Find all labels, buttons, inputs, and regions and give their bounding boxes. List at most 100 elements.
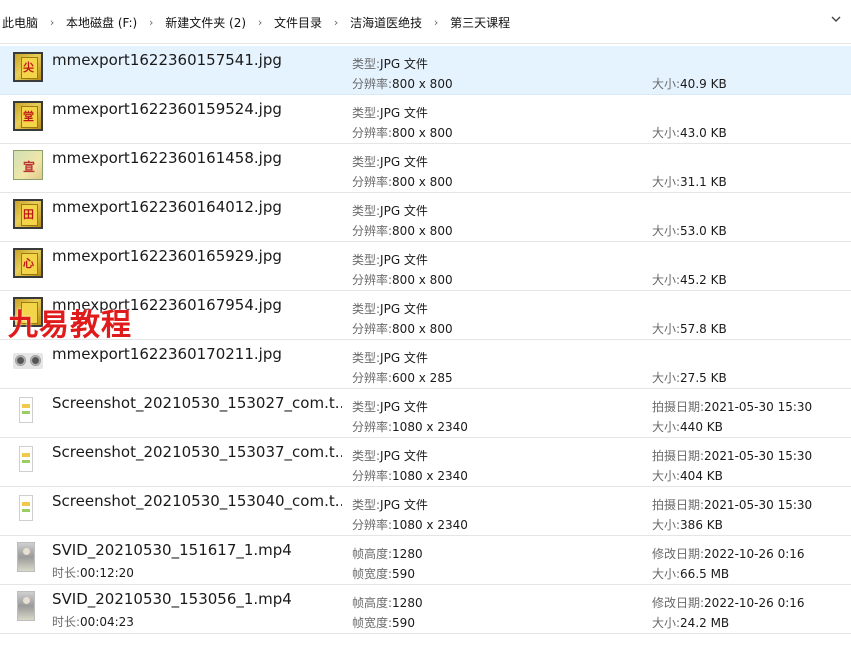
video-duration: 时长:00:12:20 [52,564,134,581]
file-row[interactable]: Screenshot_20210530_153040_com.t... 类型:JP… [0,487,851,536]
breadcrumb-item-file-directory[interactable]: 文件目录 [272,14,324,31]
eye-icon [15,355,26,366]
thumbnail-bar [22,453,30,457]
breadcrumb-separator-icon[interactable]: › [139,16,163,29]
file-row[interactable]: Screenshot_20210530_153037_com.t... 类型:JP… [0,438,851,487]
file-resolution: 分辨率:800 x 800 [352,173,453,190]
file-name[interactable]: Screenshot_20210530_153027_com.t... [52,394,342,412]
file-type: 类型:JPG 文件 [352,496,428,513]
file-explorer-window: 此电脑 › 本地磁盘 (F:) › 新建文件夹 (2) › 文件目录 › 洁海道… [0,0,851,647]
file-name[interactable]: Screenshot_20210530_153040_com.t... [52,492,342,510]
size-label: 大小: [652,469,681,483]
image-thumbnail-icon [13,297,43,327]
breadcrumb-separator-icon[interactable]: › [248,16,272,29]
date-modified-value: 2022-10-26 0:16 [704,547,805,561]
file-size: 大小:404 KB [652,467,723,484]
thumbnail-glyph: 尖 [23,61,34,74]
breadcrumb-item-current-folder[interactable]: 第三天课程 [448,14,512,31]
image-thumbnail-icon: 尖 [13,52,43,82]
file-name[interactable]: SVID_20210530_151617_1.mp4 [52,541,342,559]
file-size: 大小:66.5 MB [652,565,729,582]
size-label: 大小: [652,420,681,434]
resolution-label: 分辨率: [352,175,393,189]
file-type: 类型:JPG 文件 [352,153,428,170]
file-row[interactable]: mmexport1622360170211.jpg 类型:JPG 文件 分辨率:60… [0,340,851,389]
file-name[interactable]: mmexport1622360159524.jpg [52,100,342,118]
size-value: 404 KB [680,469,723,483]
breadcrumb-item-this-pc[interactable]: 此电脑 [0,14,40,31]
file-size: 大小:440 KB [652,418,723,435]
thumbnail-bar [22,404,30,408]
frame-height-label: 帧高度: [352,596,393,610]
resolution-value: 1080 x 2340 [392,420,468,434]
file-name[interactable]: Screenshot_20210530_153037_com.t... [52,443,342,461]
size-value: 27.5 KB [680,371,727,385]
type-value: JPG 文件 [380,498,428,512]
file-row[interactable]: Screenshot_20210530_153027_com.t... 类型:JP… [0,389,851,438]
frame-height-value: 1280 [392,596,423,610]
file-row[interactable]: 田 mmexport1622360164012.jpg 类型:JPG 文件 分辨率:8… [0,193,851,242]
screenshot-thumbnail-icon [19,495,33,521]
file-name[interactable]: SVID_20210530_153056_1.mp4 [52,590,342,608]
file-type: 类型:JPG 文件 [352,447,428,464]
file-name[interactable]: mmexport1622360167954.jpg [52,296,342,314]
size-label: 大小: [652,126,681,140]
size-value: 40.9 KB [680,77,727,91]
file-row[interactable]: 宣 mmexport1622360161458.jpg 类型:JPG 文件 分辨率:8… [0,144,851,193]
file-row[interactable]: mmexport1622360167954.jpg 类型:JPG 文件 分辨率:80… [0,291,851,340]
size-label: 大小: [652,77,681,91]
file-size: 大小:24.2 MB [652,614,729,631]
video-row[interactable]: SVID_20210530_151617_1.mp4 时长:00:12:20 帧高度… [0,536,851,585]
type-value: JPG 文件 [380,302,428,316]
resolution-label: 分辨率: [352,126,393,140]
size-label: 大小: [652,518,681,532]
breadcrumb-item-new-folder[interactable]: 新建文件夹 (2) [163,14,248,31]
file-row[interactable]: 心 mmexport1622360165929.jpg 类型:JPG 文件 分辨率:8… [0,242,851,291]
breadcrumb-separator-icon[interactable]: › [324,16,348,29]
file-resolution: 分辨率:800 x 800 [352,320,453,337]
thumbnail-glyph: 宣 [23,160,36,174]
file-name[interactable]: mmexport1622360170211.jpg [52,345,342,363]
file-name[interactable]: mmexport1622360165929.jpg [52,247,342,265]
resolution-value: 1080 x 2340 [392,469,468,483]
resolution-value: 800 x 800 [392,175,453,189]
resolution-value: 1080 x 2340 [392,518,468,532]
size-value: 53.0 KB [680,224,727,238]
file-size: 大小:31.1 KB [652,173,727,190]
size-label: 大小: [652,224,681,238]
thumbnail-glyph: 心 [23,257,34,270]
size-value: 43.0 KB [680,126,727,140]
breadcrumb-separator-icon[interactable]: › [424,16,448,29]
file-name[interactable]: mmexport1622360161458.jpg [52,149,342,167]
video-row[interactable]: SVID_20210530_153056_1.mp4 时长:00:04:23 帧高度… [0,585,851,634]
resolution-label: 分辨率: [352,322,393,336]
breadcrumb: 此电脑 › 本地磁盘 (F:) › 新建文件夹 (2) › 文件目录 › 洁海道… [0,12,512,32]
file-type: 类型:JPG 文件 [352,349,428,366]
file-row[interactable]: 堂 mmexport1622360159524.jpg 类型:JPG 文件 分辨率:8… [0,95,851,144]
breadcrumb-item-course-folder[interactable]: 洁海道医绝技 [348,14,424,31]
file-size: 大小:43.0 KB [652,124,727,141]
file-name[interactable]: mmexport1622360164012.jpg [52,198,342,216]
breadcrumb-separator-icon[interactable]: › [40,16,64,29]
date-taken-label: 拍摄日期: [652,498,705,512]
resolution-label: 分辨率: [352,420,393,434]
date-taken-label: 拍摄日期: [652,400,705,414]
date-modified: 修改日期:2022-10-26 0:16 [652,594,805,611]
breadcrumb-item-local-disk[interactable]: 本地磁盘 (F:) [64,14,139,31]
size-label: 大小: [652,175,681,189]
size-label: 大小: [652,273,681,287]
image-thumbnail-icon: 堂 [13,101,43,131]
frame-width-label: 帧宽度: [352,616,393,630]
frame-width-value: 590 [392,616,415,630]
file-name[interactable]: mmexport1622360157541.jpg [52,51,342,69]
file-row[interactable]: 尖 mmexport1622360157541.jpg 类型:JPG 文件 分辨率:8… [0,46,851,95]
chevron-down-icon[interactable] [829,13,843,27]
type-label: 类型: [352,57,381,71]
type-value: JPG 文件 [380,449,428,463]
frame-width: 帧宽度:590 [352,614,415,631]
date-modified-label: 修改日期: [652,547,705,561]
file-resolution: 分辨率:800 x 800 [352,124,453,141]
resolution-label: 分辨率: [352,518,393,532]
frame-height: 帧高度:1280 [352,545,423,562]
address-bar[interactable]: 此电脑 › 本地磁盘 (F:) › 新建文件夹 (2) › 文件目录 › 洁海道… [0,0,851,44]
